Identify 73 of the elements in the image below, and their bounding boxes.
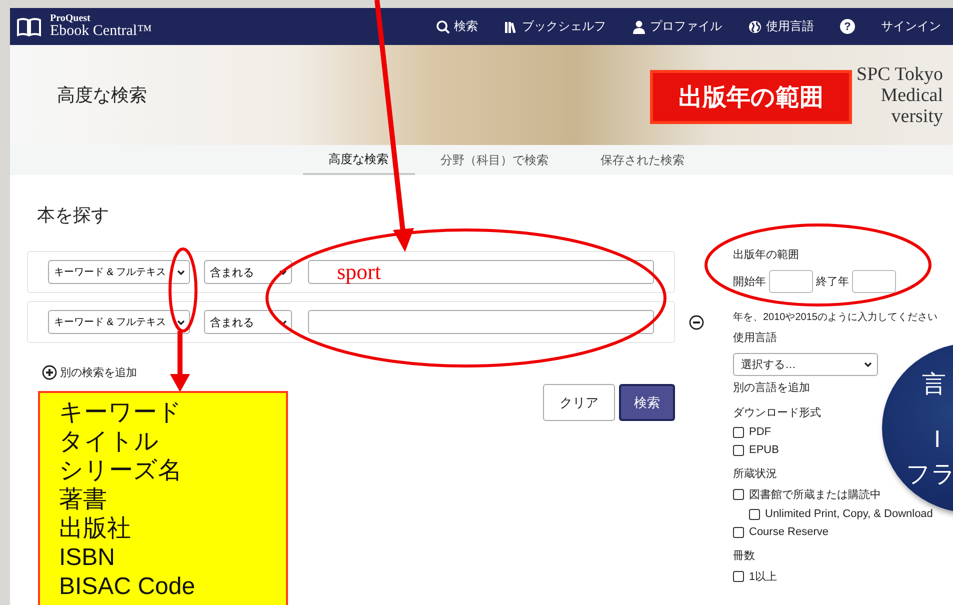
checkbox-label: Course Reserve [749,526,828,538]
clear-button[interactable]: クリア [543,384,615,421]
checkbox-label: 図書館で所蔵または購読中 [749,488,881,502]
start-year-field[interactable] [769,270,813,293]
chevron-down-icon [176,268,186,276]
checkbox[interactable] [733,526,744,538]
bubble-text: I [934,428,941,452]
field-type-name: 出版社 [59,514,131,543]
chevron-down-icon [863,360,873,369]
sign-in-link[interactable]: サインイン [881,18,941,35]
bubble-text: 言 [922,373,946,397]
search-input-field[interactable]: sport [308,260,654,284]
filter-title: ダウンロード形式 [733,406,821,420]
end-year-field[interactable] [852,270,896,293]
checkbox-label: EPUB [749,444,779,456]
logo-brand: ProQuest [50,14,92,24]
institution-name-line: SPC Tokyo [856,64,943,84]
filter-title: 所蔵状況 [733,466,777,481]
start-year-label: 開始年 [733,275,766,289]
search-icon [436,20,450,34]
field-type-name: シリーズ名 [59,456,182,485]
field-type-name: 著書 [59,485,107,514]
checkbox[interactable] [733,426,744,438]
add-language-link[interactable]: 別の言語を追加 [733,380,810,395]
help-icon[interactable]: ? [840,19,855,34]
end-year-label: 終了年 [816,275,849,289]
nav-link[interactable]: 使用言語 [748,18,814,35]
institution-name-line: versity [890,106,943,126]
nav-link[interactable]: ブックシェルフ [504,18,606,35]
field-type-select[interactable]: キーワード & フルテキス [48,260,190,284]
language-select[interactable]: 選択する… [733,353,878,376]
nav-link[interactable]: 検索 [436,18,478,35]
callout-label: 出版年の範囲 [650,70,852,124]
annotation-arrow [170,331,190,392]
open-book-icon [16,16,42,38]
books-icon [504,20,518,34]
institution-name-line: Medical [880,84,943,106]
chevron-down-icon [278,318,288,326]
filter-title: 出版年の範囲 [733,248,799,262]
field-type-name: キーワード [59,398,182,427]
operator-select[interactable]: 含まれる [204,260,292,284]
search-input-field[interactable] [308,310,654,334]
filter-title: 冊数 [733,549,755,563]
nav-tab[interactable]: 保存された検索 [574,145,710,175]
add-search-link[interactable]: 別の検索を追加 [42,365,710,380]
checkbox[interactable] [749,508,760,520]
section-heading: 本を探す [37,204,110,227]
nav-tab[interactable]: 分野（科目）で検索 [414,145,574,175]
nav-tab[interactable]: 高度な検索 [302,145,414,175]
year-hint: 年を、2010や2015のように入力してください [733,310,938,324]
field-type-select[interactable]: キーワード & フルテキス [48,310,190,334]
page-title: 高度な検索 [57,84,147,107]
chevron-down-icon [176,318,186,326]
person-icon [632,20,646,34]
chevron-down-icon [278,268,288,276]
field-type-name: BISAC Code [59,572,196,601]
plus-circle-icon [42,365,57,380]
bubble-text: フラ [906,463,953,487]
globe-icon [748,20,762,34]
operator-select[interactable]: 含まれる [204,310,292,334]
search-button[interactable]: 検索 [619,384,675,421]
checkbox[interactable] [733,571,744,582]
logo-product: Ebook Central™ [50,24,152,39]
checkbox-label: 1以上 [749,570,778,584]
nav-link[interactable]: プロファイル [632,18,722,35]
field-type-name: タイトル [59,427,159,456]
checkbox[interactable] [733,444,744,456]
remove-row-icon[interactable] [689,314,704,330]
field-type-name: ISBN [59,543,116,572]
filter-title: 使用言語 [733,330,777,345]
checkbox[interactable] [733,489,744,500]
checkbox-label: PDF [749,426,771,438]
checkbox-label: Unlimited Print, Copy, & Download [765,508,933,520]
